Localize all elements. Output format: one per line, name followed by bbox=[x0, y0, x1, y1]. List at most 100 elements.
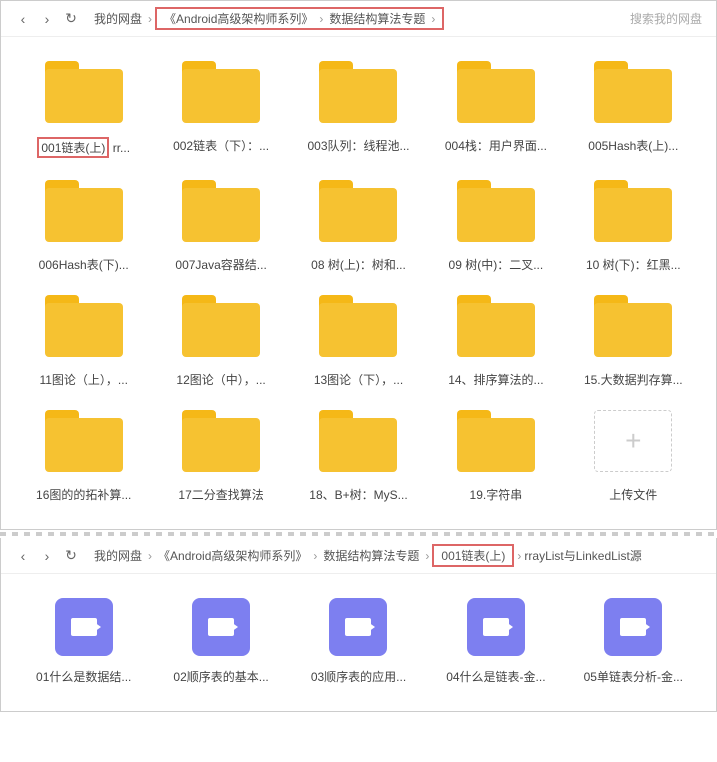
chevron-right-icon: › bbox=[316, 12, 326, 26]
folder-icon bbox=[457, 180, 535, 242]
breadcrumb: 我的网盘 › 《Android高级架构师系列》 › 数据结构算法专题 › 001… bbox=[91, 544, 706, 567]
chevron-right-icon: › bbox=[145, 549, 155, 563]
file-browser-pane-2: ‹ › ↻ 我的网盘 › 《Android高级架构师系列》 › 数据结构算法专题… bbox=[0, 538, 717, 712]
folder-label: 10 树(下)：红黑... bbox=[586, 256, 681, 273]
folder-item[interactable]: 11图论（上），... bbox=[15, 289, 152, 394]
folder-item[interactable]: 002链表（下）：... bbox=[152, 55, 289, 164]
crumb-series[interactable]: 《Android高级架构师系列》 bbox=[161, 10, 316, 27]
toolbar: ‹ › ↻ 我的网盘 › 《Android高级架构师系列》 › 数据结构算法专题… bbox=[1, 1, 716, 37]
folder-item[interactable]: 006Hash表(下)... bbox=[15, 174, 152, 279]
highlighted-path: 《Android高级架构师系列》 › 数据结构算法专题 › bbox=[155, 7, 444, 30]
chevron-right-icon: › bbox=[145, 12, 155, 26]
crumb-topic[interactable]: 数据结构算法专题 bbox=[320, 547, 422, 564]
folder-label: 11图论（上），... bbox=[39, 371, 127, 388]
folder-icon bbox=[594, 61, 672, 123]
chevron-right-icon: › bbox=[514, 549, 524, 563]
folder-item[interactable]: 15.大数据判存算... bbox=[565, 289, 702, 394]
folder-item[interactable]: 19.字符串 bbox=[427, 404, 564, 509]
folder-label: 007Java容器结... bbox=[175, 256, 266, 273]
crumb-root[interactable]: 我的网盘 bbox=[91, 547, 145, 564]
chevron-right-icon: › bbox=[310, 549, 320, 563]
chevron-right-icon: › bbox=[422, 549, 432, 563]
folder-item[interactable]: 005Hash表(上)... bbox=[565, 55, 702, 164]
folder-icon bbox=[594, 180, 672, 242]
folder-label: 003队列：线程池... bbox=[307, 137, 409, 154]
folder-label: 18、B+树：MyS... bbox=[309, 486, 407, 503]
folder-label: 006Hash表(下)... bbox=[39, 256, 129, 273]
crumb-topic[interactable]: 数据结构算法专题 bbox=[326, 10, 428, 27]
folder-item[interactable]: 16图的的拓补算... bbox=[15, 404, 152, 509]
folder-item[interactable]: 007Java容器结... bbox=[152, 174, 289, 279]
folder-item[interactable]: 18、B+树：MyS... bbox=[290, 404, 427, 509]
refresh-button[interactable]: ↻ bbox=[59, 544, 83, 568]
folder-icon bbox=[319, 180, 397, 242]
upload-button[interactable]: + 上传文件 bbox=[565, 404, 702, 509]
folder-label: 09 树(中)：二叉... bbox=[449, 256, 544, 273]
forward-button[interactable]: › bbox=[35, 7, 59, 31]
toolbar: ‹ › ↻ 我的网盘 › 《Android高级架构师系列》 › 数据结构算法专题… bbox=[1, 538, 716, 574]
folder-label: 005Hash表(上)... bbox=[588, 137, 678, 154]
folder-icon bbox=[319, 295, 397, 357]
folder-icon bbox=[457, 410, 535, 472]
folder-item[interactable]: 17二分查找算法 bbox=[152, 404, 289, 509]
folder-icon bbox=[319, 61, 397, 123]
crumb-root[interactable]: 我的网盘 bbox=[91, 10, 145, 27]
folder-item[interactable]: 13图论（下），... bbox=[290, 289, 427, 394]
folder-icon bbox=[319, 410, 397, 472]
video-item[interactable]: 04什么是链表-金... bbox=[427, 592, 564, 691]
folder-grid: 001链表(上) rr... 002链表（下）：... 003队列：线程池... 00… bbox=[1, 37, 716, 529]
video-icon bbox=[329, 598, 387, 656]
video-icon bbox=[55, 598, 113, 656]
folder-icon bbox=[182, 61, 260, 123]
video-item[interactable]: 05单链表分析-金... bbox=[565, 592, 702, 691]
folder-icon bbox=[594, 295, 672, 357]
search-input[interactable]: 搜索我的网盘 bbox=[630, 10, 706, 27]
folder-item[interactable]: 14、排序算法的... bbox=[427, 289, 564, 394]
folder-icon bbox=[182, 295, 260, 357]
folder-item[interactable]: 08 树(上)：树和... bbox=[290, 174, 427, 279]
folder-icon bbox=[457, 61, 535, 123]
folder-label: 08 树(上)：树和... bbox=[311, 256, 406, 273]
video-label: 01什么是数据结... bbox=[36, 668, 131, 685]
file-browser-pane-1: ‹ › ↻ 我的网盘 › 《Android高级架构师系列》 › 数据结构算法专题… bbox=[0, 0, 717, 530]
video-icon bbox=[604, 598, 662, 656]
breadcrumb: 我的网盘 › 《Android高级架构师系列》 › 数据结构算法专题 › bbox=[91, 7, 630, 30]
video-icon bbox=[192, 598, 250, 656]
crumb-trail[interactable]: rrayList与LinkedList源 bbox=[524, 547, 641, 564]
video-item[interactable]: 02顺序表的基本... bbox=[152, 592, 289, 691]
video-item[interactable]: 03顺序表的应用... bbox=[290, 592, 427, 691]
crumb-current[interactable]: 001链表(上) bbox=[438, 547, 508, 564]
video-label: 03顺序表的应用... bbox=[311, 668, 406, 685]
folder-icon bbox=[182, 410, 260, 472]
folder-label: 001链表(上) rr... bbox=[37, 137, 130, 158]
folder-label: 13图论（下），... bbox=[314, 371, 403, 388]
folder-icon bbox=[45, 180, 123, 242]
folder-item[interactable]: 001链表(上) rr... bbox=[15, 55, 152, 164]
folder-item[interactable]: 003队列：线程池... bbox=[290, 55, 427, 164]
forward-button[interactable]: › bbox=[35, 544, 59, 568]
refresh-button[interactable]: ↻ bbox=[59, 7, 83, 31]
upload-label: 上传文件 bbox=[609, 486, 657, 503]
folder-item[interactable]: 12图论（中），... bbox=[152, 289, 289, 394]
folder-icon bbox=[182, 180, 260, 242]
back-button[interactable]: ‹ bbox=[11, 7, 35, 31]
folder-icon bbox=[45, 61, 123, 123]
video-grid: 01什么是数据结... 02顺序表的基本... 03顺序表的应用... 04什么是链表… bbox=[1, 574, 716, 711]
folder-item[interactable]: 004栈：用户界面... bbox=[427, 55, 564, 164]
folder-item[interactable]: 10 树(下)：红黑... bbox=[565, 174, 702, 279]
plus-icon: + bbox=[594, 410, 672, 472]
folder-label: 004栈：用户界面... bbox=[445, 137, 547, 154]
folder-label: 14、排序算法的... bbox=[448, 371, 543, 388]
folder-label: 002链表（下）：... bbox=[173, 137, 269, 154]
back-button[interactable]: ‹ bbox=[11, 544, 35, 568]
folder-item[interactable]: 09 树(中)：二叉... bbox=[427, 174, 564, 279]
crumb-series[interactable]: 《Android高级架构师系列》 bbox=[155, 547, 310, 564]
folder-label: 12图论（中），... bbox=[176, 371, 265, 388]
video-label: 04什么是链表-金... bbox=[446, 668, 545, 685]
folder-icon bbox=[45, 410, 123, 472]
folder-label: 15.大数据判存算... bbox=[584, 371, 683, 388]
video-label: 02顺序表的基本... bbox=[173, 668, 268, 685]
video-item[interactable]: 01什么是数据结... bbox=[15, 592, 152, 691]
folder-icon bbox=[457, 295, 535, 357]
video-icon bbox=[467, 598, 525, 656]
